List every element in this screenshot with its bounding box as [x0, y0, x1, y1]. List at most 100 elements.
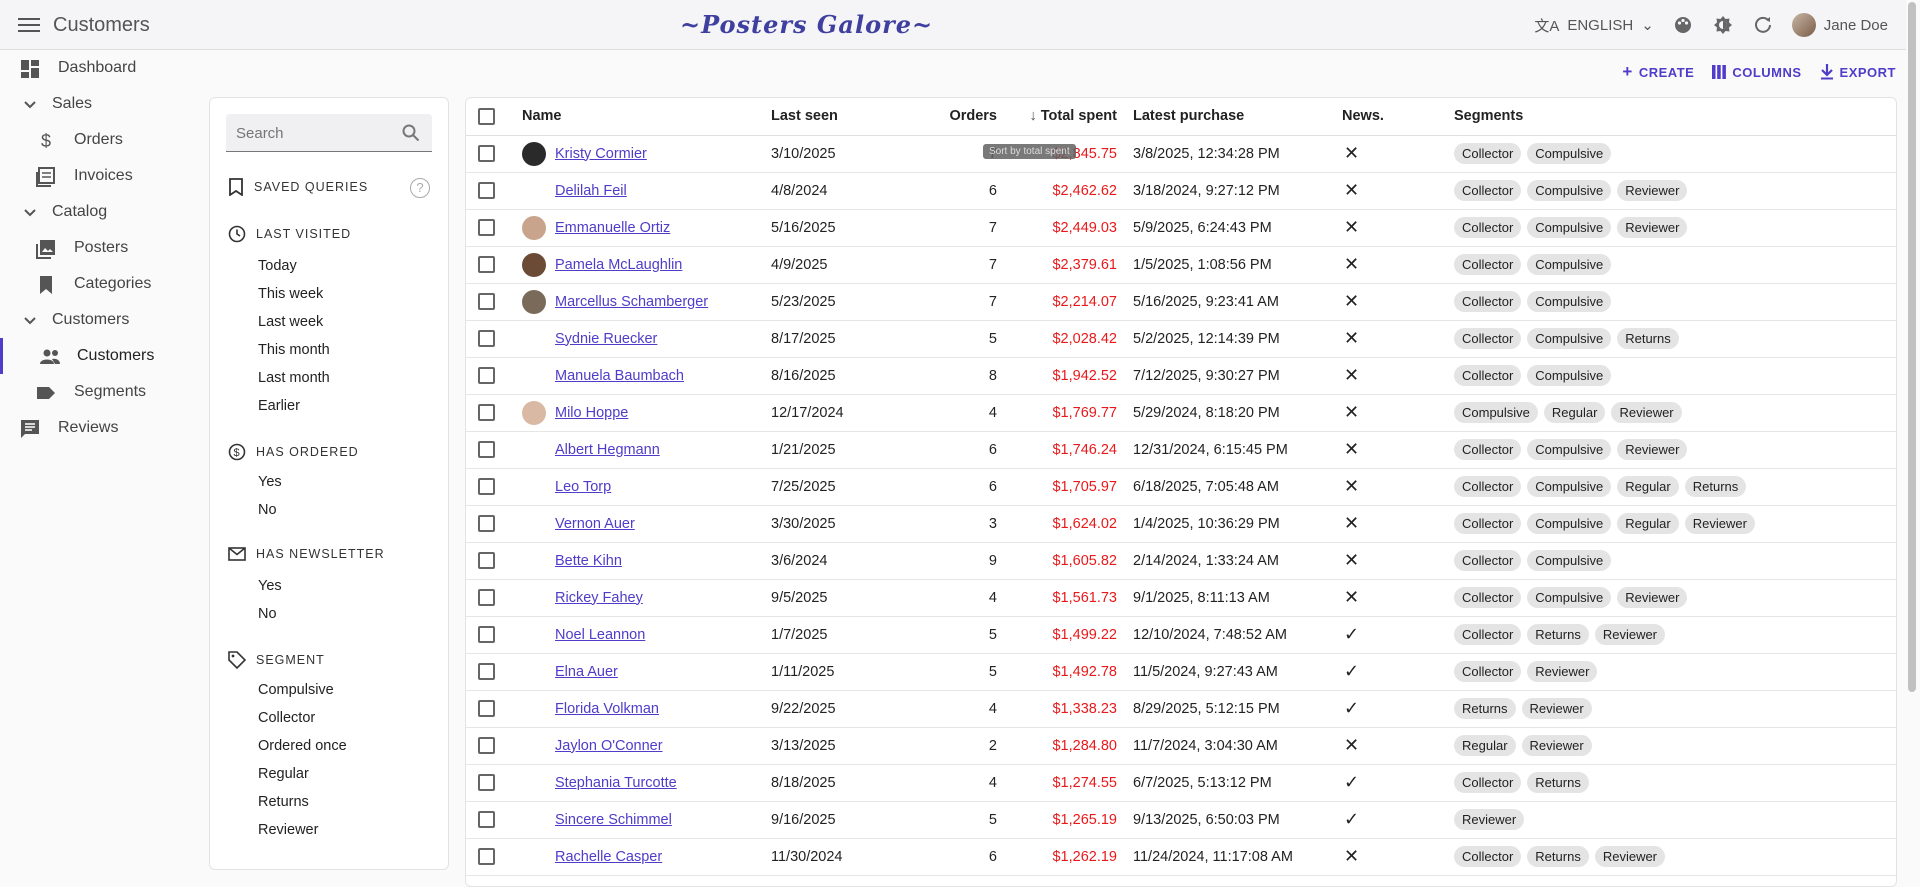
- sidebar-item-invoices[interactable]: Invoices: [0, 158, 200, 194]
- customer-name-link[interactable]: Albert Hegmann: [555, 442, 660, 458]
- table-row[interactable]: Noel Leannon 1/7/2025 5 $1,499.22 12/10/2024…: [466, 616, 1896, 654]
- filter-option-last-month[interactable]: Last month: [258, 370, 330, 386]
- customer-name-link[interactable]: Vernon Auer: [555, 516, 635, 532]
- customer-name-link[interactable]: Sincere Schimmel: [555, 812, 672, 828]
- customer-name-link[interactable]: Jaylon O'Conner: [555, 738, 663, 754]
- table-row[interactable]: Milo Hoppe 12/17/2024 4 $1,769.77 5/29/2024,…: [466, 394, 1896, 432]
- row-checkbox[interactable]: [478, 367, 495, 384]
- table-row[interactable]: Vernon Auer 3/30/2025 3 $1,624.02 1/4/2025, …: [466, 505, 1896, 543]
- customer-name-link[interactable]: Marcellus Schamberger: [555, 294, 708, 310]
- sidebar-item-categories[interactable]: Categories: [0, 266, 200, 302]
- customer-name-link[interactable]: Emmanuelle Ortiz: [555, 220, 670, 236]
- select-all-checkbox[interactable]: [478, 107, 495, 125]
- table-row[interactable]: Kristy Cormier3/10/20257$2,845.753/8/202…: [466, 135, 1896, 173]
- row-checkbox[interactable]: [478, 145, 495, 162]
- sidebar-item-customers[interactable]: Customers: [0, 338, 200, 374]
- row-checkbox[interactable]: [478, 663, 495, 680]
- row-checkbox[interactable]: [478, 293, 495, 310]
- menu-icon[interactable]: [18, 15, 40, 35]
- filter-option-yes[interactable]: Yes: [258, 474, 282, 490]
- table-row[interactable]: Leo Torp 7/25/2025 6 $1,705.97 6/18/2025, 7:…: [466, 468, 1896, 506]
- filter-option-ordered-once[interactable]: Ordered once: [258, 738, 347, 754]
- header-total-spent[interactable]: ↓ Total spent: [1011, 98, 1117, 136]
- sidebar-item-orders[interactable]: $ Orders: [0, 122, 200, 158]
- customer-name-link[interactable]: Rickey Fahey: [555, 590, 643, 606]
- table-row[interactable]: Albert Hegmann 1/21/2025 6 $1,746.24 12/31/2…: [466, 431, 1896, 469]
- brightness-icon[interactable]: [1712, 14, 1734, 36]
- theme-palette-icon[interactable]: [1672, 14, 1694, 36]
- filter-option-no[interactable]: No: [258, 606, 277, 622]
- user-menu[interactable]: Jane Doe: [1791, 13, 1888, 37]
- row-checkbox[interactable]: [478, 330, 495, 347]
- customer-name-link[interactable]: Bette Kihn: [555, 553, 622, 569]
- filter-option-this-week[interactable]: This week: [258, 286, 323, 302]
- row-checkbox[interactable]: [478, 811, 495, 828]
- customer-name-link[interactable]: Rachelle Casper: [555, 849, 662, 865]
- row-checkbox[interactable]: [478, 774, 495, 791]
- row-checkbox[interactable]: [478, 441, 495, 458]
- customer-name-link[interactable]: Sydnie Ruecker: [555, 331, 657, 347]
- filter-option-last-week[interactable]: Last week: [258, 314, 323, 330]
- row-checkbox[interactable]: [478, 256, 495, 273]
- language-selector[interactable]: 文A ENGLISH ⌄: [1534, 15, 1653, 36]
- row-checkbox[interactable]: [478, 626, 495, 643]
- filter-option-regular[interactable]: Regular: [258, 766, 309, 782]
- filter-option-reviewer[interactable]: Reviewer: [258, 822, 318, 838]
- row-checkbox[interactable]: [478, 478, 495, 495]
- header-name[interactable]: Name: [522, 98, 771, 136]
- create-button[interactable]: + CREATE: [1622, 62, 1694, 82]
- table-row[interactable]: Marcellus Schamberger 5/23/2025 7 $2,214.07…: [466, 283, 1896, 321]
- table-row[interactable]: Delilah Feil 4/8/2024 6 $2,462.62 3/18/2024,…: [466, 172, 1896, 210]
- row-checkbox[interactable]: [478, 404, 495, 421]
- customer-name-link[interactable]: Milo Hoppe: [555, 405, 628, 421]
- filter-option-returns[interactable]: Returns: [258, 794, 309, 810]
- search-input[interactable]: [226, 114, 386, 152]
- customer-name-link[interactable]: Florida Volkman: [555, 701, 659, 717]
- customer-name-link[interactable]: Pamela McLaughlin: [555, 257, 682, 273]
- table-row[interactable]: Sydnie Ruecker 8/17/2025 5 $2,028.42 5/2/202…: [466, 320, 1896, 358]
- row-checkbox[interactable]: [478, 182, 495, 199]
- row-checkbox[interactable]: [478, 219, 495, 236]
- filter-option-this-month[interactable]: This month: [258, 342, 330, 358]
- table-row[interactable]: Emmanuelle Ortiz 5/16/2025 7 $2,449.03 5/9/2…: [466, 209, 1896, 247]
- header-newsletter[interactable]: News.: [1342, 98, 1454, 136]
- table-row[interactable]: Stephania Turcotte 8/18/2025 4 $1,274.55 6/7…: [466, 764, 1896, 802]
- row-checkbox[interactable]: [478, 700, 495, 717]
- customer-name-link[interactable]: Leo Torp: [555, 479, 611, 495]
- sidebar-item-customers-group[interactable]: Customers: [0, 302, 200, 338]
- help-icon[interactable]: ?: [410, 178, 430, 198]
- table-row[interactable]: Pamela McLaughlin 4/9/2025 7 $2,379.61 1/5/2…: [466, 246, 1896, 284]
- header-last-seen[interactable]: Last seen: [771, 98, 911, 136]
- table-row[interactable]: Elna Auer 1/11/2025 5 $1,492.78 11/5/2024, 9…: [466, 653, 1896, 691]
- filter-option-today[interactable]: Today: [258, 258, 297, 274]
- search-field[interactable]: [226, 114, 432, 152]
- header-orders[interactable]: Orders: [911, 98, 1011, 136]
- customer-name-link[interactable]: Delilah Feil: [555, 183, 627, 199]
- customer-name-link[interactable]: Noel Leannon: [555, 627, 645, 643]
- row-checkbox[interactable]: [478, 737, 495, 754]
- table-row[interactable]: Bette Kihn 3/6/2024 9 $1,605.82 2/14/2024, 1…: [466, 542, 1896, 580]
- export-button[interactable]: EXPORT: [1820, 62, 1896, 82]
- row-checkbox[interactable]: [478, 552, 495, 569]
- filter-option-yes[interactable]: Yes: [258, 578, 282, 594]
- customer-name-link[interactable]: Kristy Cormier: [555, 146, 647, 162]
- row-checkbox[interactable]: [478, 589, 495, 606]
- row-checkbox[interactable]: [478, 848, 495, 865]
- customer-name-link[interactable]: Elna Auer: [555, 664, 618, 680]
- customer-name-link[interactable]: Stephania Turcotte: [555, 775, 677, 791]
- table-row[interactable]: Rachelle Casper 11/30/2024 6 $1,262.19 11/24…: [466, 838, 1896, 876]
- table-row[interactable]: Florida Volkman 9/22/2025 4 $1,338.23 8/29/2…: [466, 690, 1896, 728]
- table-row[interactable]: Jaylon O'Conner 3/13/2025 2 $1,284.80 11/7/2…: [466, 727, 1896, 765]
- columns-button[interactable]: COLUMNS: [1712, 62, 1801, 82]
- sidebar-item-reviews[interactable]: Reviews: [0, 410, 200, 446]
- table-row[interactable]: Rickey Fahey 9/5/2025 4 $1,561.73 9/1/2025, …: [466, 579, 1896, 617]
- table-row[interactable]: Manuela Baumbach 8/16/2025 8 $1,942.52 7/12/…: [466, 357, 1896, 395]
- header-latest-purchase[interactable]: Latest purchase: [1117, 98, 1342, 136]
- sidebar-item-posters[interactable]: Posters: [0, 230, 200, 266]
- refresh-icon[interactable]: [1752, 14, 1774, 36]
- sidebar-item-sales-group[interactable]: Sales: [0, 86, 200, 122]
- filter-option-no[interactable]: No: [258, 502, 277, 518]
- sidebar-item-dashboard[interactable]: Dashboard: [0, 50, 200, 86]
- sidebar-item-segments[interactable]: Segments: [0, 374, 200, 410]
- row-checkbox[interactable]: [478, 515, 495, 532]
